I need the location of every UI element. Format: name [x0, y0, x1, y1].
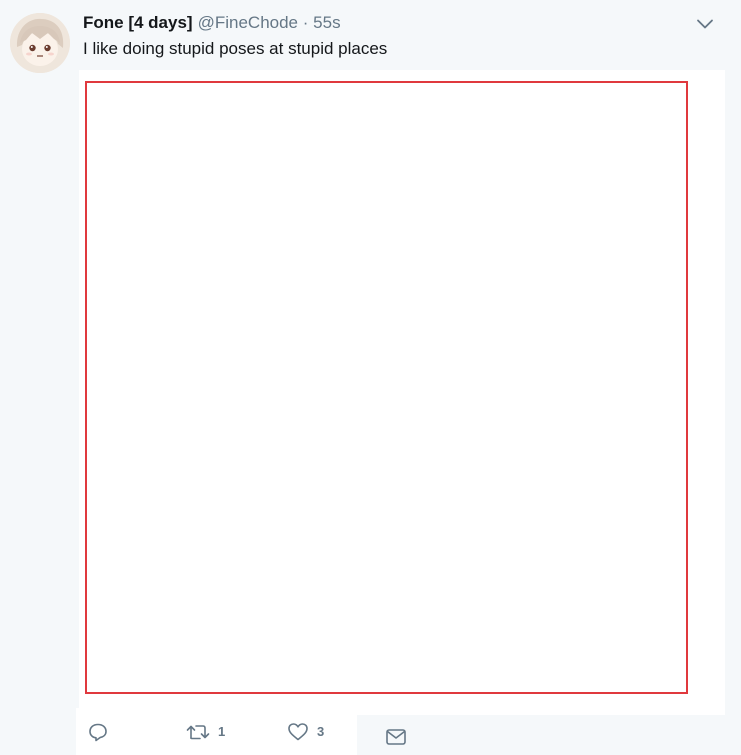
reply-button[interactable]: [88, 708, 116, 755]
heart-icon: [288, 722, 308, 740]
tweet-text: I like doing stupid poses at stupid plac…: [83, 39, 388, 58]
header-separator: ·: [302, 13, 309, 32]
avatar[interactable]: [10, 13, 70, 73]
reply-icon: [89, 723, 107, 741]
media-placeholder[interactable]: [85, 81, 688, 694]
tweet-header: Fone [4 days] @FineChode · 55s: [83, 12, 341, 34]
retweet-button[interactable]: 1: [186, 708, 225, 755]
direct-message-button[interactable]: [385, 726, 407, 748]
author-fullname[interactable]: Fone [4 days]: [83, 13, 193, 32]
like-button[interactable]: 3: [287, 708, 324, 755]
chevron-down-icon: [697, 19, 713, 29]
retweet-count: 1: [218, 723, 226, 739]
like-count: 3: [317, 723, 325, 739]
retweet-icon: [186, 724, 210, 739]
author-username[interactable]: @FineChode: [198, 13, 298, 32]
tweet[interactable]: Fone [4 days] @FineChode · 55s I like doi…: [0, 0, 741, 755]
more-options-button[interactable]: [695, 14, 715, 34]
avatar-image: [10, 13, 70, 73]
media-container[interactable]: [79, 70, 725, 715]
tweet-actions: 1 3: [76, 708, 357, 755]
envelope-icon: [386, 729, 406, 745]
tweet-timestamp[interactable]: 55s: [313, 13, 340, 32]
